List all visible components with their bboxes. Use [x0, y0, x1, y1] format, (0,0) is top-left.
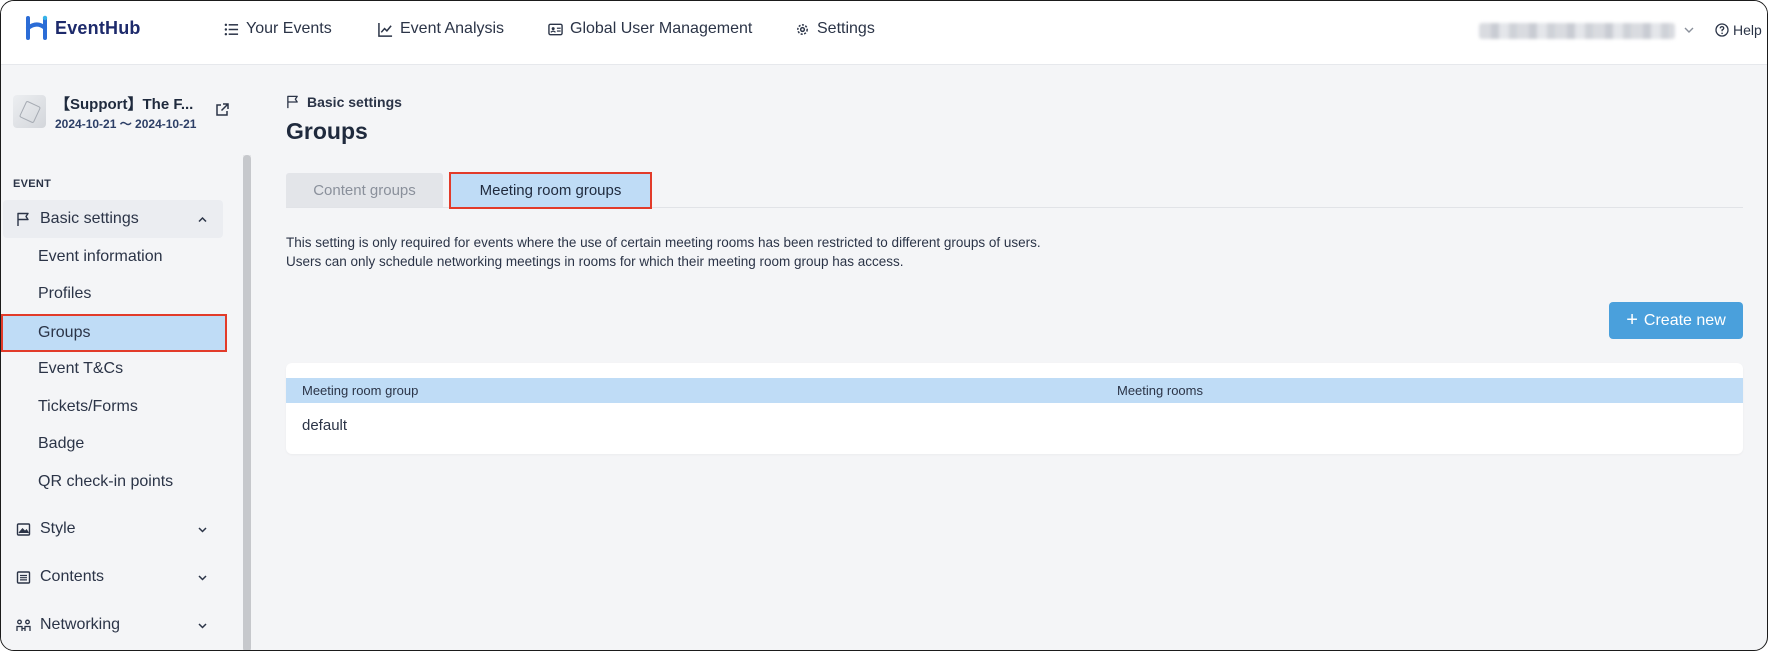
sidebar-item-label: Style [40, 520, 76, 537]
top-nav: EventHub Your Events Event Analysis Glob… [1, 1, 1767, 65]
column-header-meeting-rooms: Meeting rooms [1117, 383, 1203, 398]
sidebar-scrollbar-thumb[interactable] [243, 155, 251, 650]
nav-settings[interactable]: Settings [795, 20, 875, 38]
list-alt-icon [16, 571, 31, 584]
gear-icon [797, 23, 808, 35]
sidebar-section-label: EVENT [13, 178, 52, 190]
description: This setting is only required for events… [286, 233, 1041, 271]
sidebar-item-label: Event T&Cs [38, 360, 124, 377]
sidebar-item-qr-check-in-points[interactable]: QR check-in points [3, 465, 223, 499]
event-title: 【Support】The F... [55, 96, 194, 113]
sidebar-item-event-tcs[interactable]: Event T&Cs [3, 352, 223, 386]
sidebar-item-event-information[interactable]: Event information [3, 240, 223, 274]
sidebar-item-label: Profiles [38, 285, 92, 302]
sidebar-item-networking[interactable]: Networking [3, 606, 223, 644]
chevron-down-icon[interactable] [1683, 24, 1695, 36]
sidebar-item-label: Groups [38, 324, 91, 341]
table-row[interactable]: default [286, 403, 1743, 454]
sidebar-item-groups[interactable]: Groups [1, 314, 227, 352]
user-account-name[interactable] [1479, 23, 1675, 39]
main-content: Basic settings Groups Content groups Mee… [251, 65, 1767, 650]
sidebar-item-profiles[interactable]: Profiles [3, 277, 223, 311]
sidebar-item-badge[interactable]: Badge [3, 427, 223, 461]
event-thumbnail [13, 95, 46, 128]
logo-text: EventHub [55, 17, 141, 38]
plus-icon: + [1626, 308, 1638, 331]
breadcrumb-label: Basic settings [307, 94, 402, 110]
nav-event-analysis-label: Event Analysis [400, 20, 505, 37]
help-label: Help [1733, 22, 1762, 38]
logo-icon [26, 15, 48, 40]
sidebar-item-label: Badge [38, 435, 85, 452]
sidebar-item-label: Networking [40, 616, 121, 633]
page-title: Groups [286, 118, 368, 144]
nav-global-user-management[interactable]: Global User Management [548, 20, 752, 38]
logo[interactable]: EventHub [25, 15, 141, 41]
nav-event-analysis[interactable]: Event Analysis [378, 20, 504, 38]
sidebar-item-style[interactable]: Style [3, 510, 223, 548]
flag-icon [17, 212, 29, 226]
external-link-icon[interactable] [214, 102, 230, 118]
nav-global-user-management-label: Global User Management [570, 20, 753, 37]
description-line: Users can only schedule networking meeti… [286, 254, 904, 269]
sidebar-item-tickets-forms[interactable]: Tickets/Forms [3, 390, 223, 424]
chart-line-icon [378, 22, 393, 37]
networking-icon [16, 619, 31, 631]
breadcrumb: Basic settings [286, 94, 402, 110]
sidebar-item-label: QR check-in points [38, 473, 174, 490]
chevron-down-icon [198, 575, 207, 581]
table-cell-group-name: default [302, 417, 348, 434]
table-header: Meeting room group Meeting rooms [286, 378, 1743, 403]
sidebar-item-label: Tickets/Forms [38, 398, 138, 415]
id-card-icon [548, 23, 563, 35]
nav-your-events-label: Your Events [246, 20, 332, 37]
chevron-down-icon [198, 527, 207, 533]
tab-meeting-room-groups[interactable]: Meeting room groups [449, 172, 652, 209]
description-line: This setting is only required for events… [286, 235, 1041, 250]
image-icon [16, 523, 31, 536]
create-new-label: Create new [1643, 311, 1726, 329]
sidebar: 【Support】The F... 2024-10-21 ～ 2024-10-2… [1, 65, 251, 650]
sidebar-item-contents[interactable]: Contents [3, 558, 223, 596]
sidebar-item-basic-settings[interactable]: Basic settings [3, 200, 223, 238]
app-window: EventHub Your Events Event Analysis Glob… [0, 0, 1768, 651]
question-circle-icon [1715, 23, 1729, 37]
event-dates: 2024-10-21 ～ 2024-10-21 [55, 117, 197, 131]
flag-icon [287, 95, 298, 109]
nav-settings-label: Settings [817, 20, 875, 37]
column-header-meeting-room-group: Meeting room group [302, 383, 419, 398]
chevron-up-icon [198, 216, 207, 223]
create-new-button[interactable]: + Create new [1609, 302, 1743, 339]
sidebar-item-label: Event information [38, 248, 163, 265]
meeting-room-groups-table: Meeting room group Meeting rooms default [286, 363, 1743, 454]
list-icon [224, 23, 239, 35]
event-card: 【Support】The F... 2024-10-21 ～ 2024-10-2… [13, 93, 243, 137]
nav-your-events[interactable]: Your Events [224, 20, 332, 38]
sidebar-item-label: Basic settings [40, 210, 139, 227]
sidebar-item-label: Contents [40, 568, 105, 585]
chevron-down-icon [198, 623, 207, 629]
tab-content-groups[interactable]: Content groups [286, 173, 443, 207]
help-link[interactable]: Help [1715, 22, 1762, 38]
